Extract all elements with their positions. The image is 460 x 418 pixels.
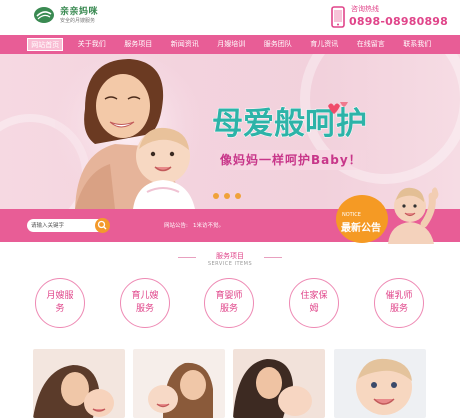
service-item-label: 育儿嫂服务 — [131, 291, 159, 314]
logo-text[interactable]: 亲亲妈咪 安全的月嫂服务 — [60, 7, 98, 25]
search-button[interactable] — [95, 218, 110, 233]
nav-item-label: 网站首页 — [27, 38, 64, 51]
nav-item-label: 新闻资讯 — [170, 40, 199, 48]
service-item-cuirushi[interactable]: 催乳师服务 — [374, 278, 424, 328]
slider-dot[interactable] — [213, 193, 219, 199]
site-header: 亲亲妈咪 安全的月嫂服务 咨询热线 0898-08980898 — [0, 0, 460, 34]
service-item-yuersao[interactable]: 育儿嫂服务 — [120, 278, 170, 328]
hotline-label: 咨询热线 — [351, 5, 379, 13]
nav-item-7[interactable]: 在线留言 — [348, 35, 395, 54]
search-input[interactable] — [31, 220, 91, 231]
logo-title: 亲亲妈咪 — [60, 7, 99, 17]
notice-text[interactable]: 1米访不觉。 — [193, 223, 224, 230]
nav-item-label: 育儿资讯 — [310, 40, 339, 48]
search-icon — [97, 220, 107, 230]
service-item-label: 育婴师服务 — [215, 291, 243, 314]
nav-item-5[interactable]: 服务团队 — [255, 35, 302, 54]
service-item-yuesao[interactable]: 月嫂服务 — [35, 278, 85, 328]
mother-baby-image — [49, 54, 205, 209]
nav-item-label: 在线留言 — [356, 40, 385, 48]
banner-title-text: 母爱般呵护 — [212, 106, 367, 142]
nav-item-2[interactable]: 服务项目 — [115, 35, 162, 54]
logo-subtitle: 安全的月嫂服务 — [60, 18, 96, 24]
baby-image — [384, 180, 444, 244]
service-item-yuyingshi[interactable]: 育婴师服务 — [204, 278, 254, 328]
nav-item-0[interactable]: 网站首页 — [22, 35, 69, 54]
nav-list: 网站首页 关于我们 服务项目 新闻资讯 月嫂培训 服务团队 育儿资讯 在线留言 联系我们 — [22, 35, 441, 54]
nav-item-label: 月嫂培训 — [217, 40, 246, 48]
photo-thumbnail[interactable] — [133, 349, 225, 418]
nav-item-label: 服务团队 — [263, 40, 292, 48]
photo-thumbnail[interactable] — [233, 349, 325, 418]
nav-item-3[interactable]: 新闻资讯 — [162, 35, 209, 54]
slider-dot[interactable] — [224, 193, 230, 199]
hotline-number: 0898-08980898 — [349, 15, 449, 28]
main-nav: 网站首页 关于我们 服务项目 新闻资讯 月嫂培训 服务团队 育儿资讯 在线留言 联系我们 — [0, 35, 460, 54]
banner-headline: 母爱般呵护 — [212, 100, 392, 143]
phone-icon — [330, 6, 347, 28]
services-subtitle: SERVICE ITEMS — [207, 261, 253, 267]
service-item-label: 月嫂服务 — [46, 291, 74, 314]
nav-item-1[interactable]: 关于我们 — [69, 35, 116, 54]
hotline: 咨询热线 0898-08980898 — [330, 5, 452, 29]
banner-subtitle: 像妈妈一样呵护Baby！ — [214, 150, 368, 170]
nav-item-label: 联系我们 — [403, 40, 432, 48]
nav-item-label: 关于我们 — [77, 40, 106, 48]
nav-item-4[interactable]: 月嫂培训 — [208, 35, 255, 54]
nav-item-8[interactable]: 联系我们 — [394, 35, 441, 54]
slider-dots — [213, 193, 241, 199]
notice-label: 网站公告: — [164, 223, 188, 229]
photo-thumbnail[interactable] — [33, 349, 125, 418]
service-item-label: 住家保姆 — [300, 291, 328, 314]
slider-dot[interactable] — [235, 193, 241, 199]
nav-item-6[interactable]: 育儿资讯 — [301, 35, 348, 54]
services-title: 服务项目 — [216, 252, 244, 260]
notice-badge-cn: 最新公告 — [341, 223, 381, 234]
nav-item-label: 服务项目 — [124, 40, 153, 48]
notice-badge-en: NOTICE — [342, 212, 361, 218]
service-item-baomu[interactable]: 住家保姆 — [289, 278, 339, 328]
photo-thumbnail[interactable] — [334, 349, 426, 418]
logo-leaf-icon[interactable] — [33, 6, 55, 24]
service-item-label: 催乳师服务 — [385, 291, 413, 314]
